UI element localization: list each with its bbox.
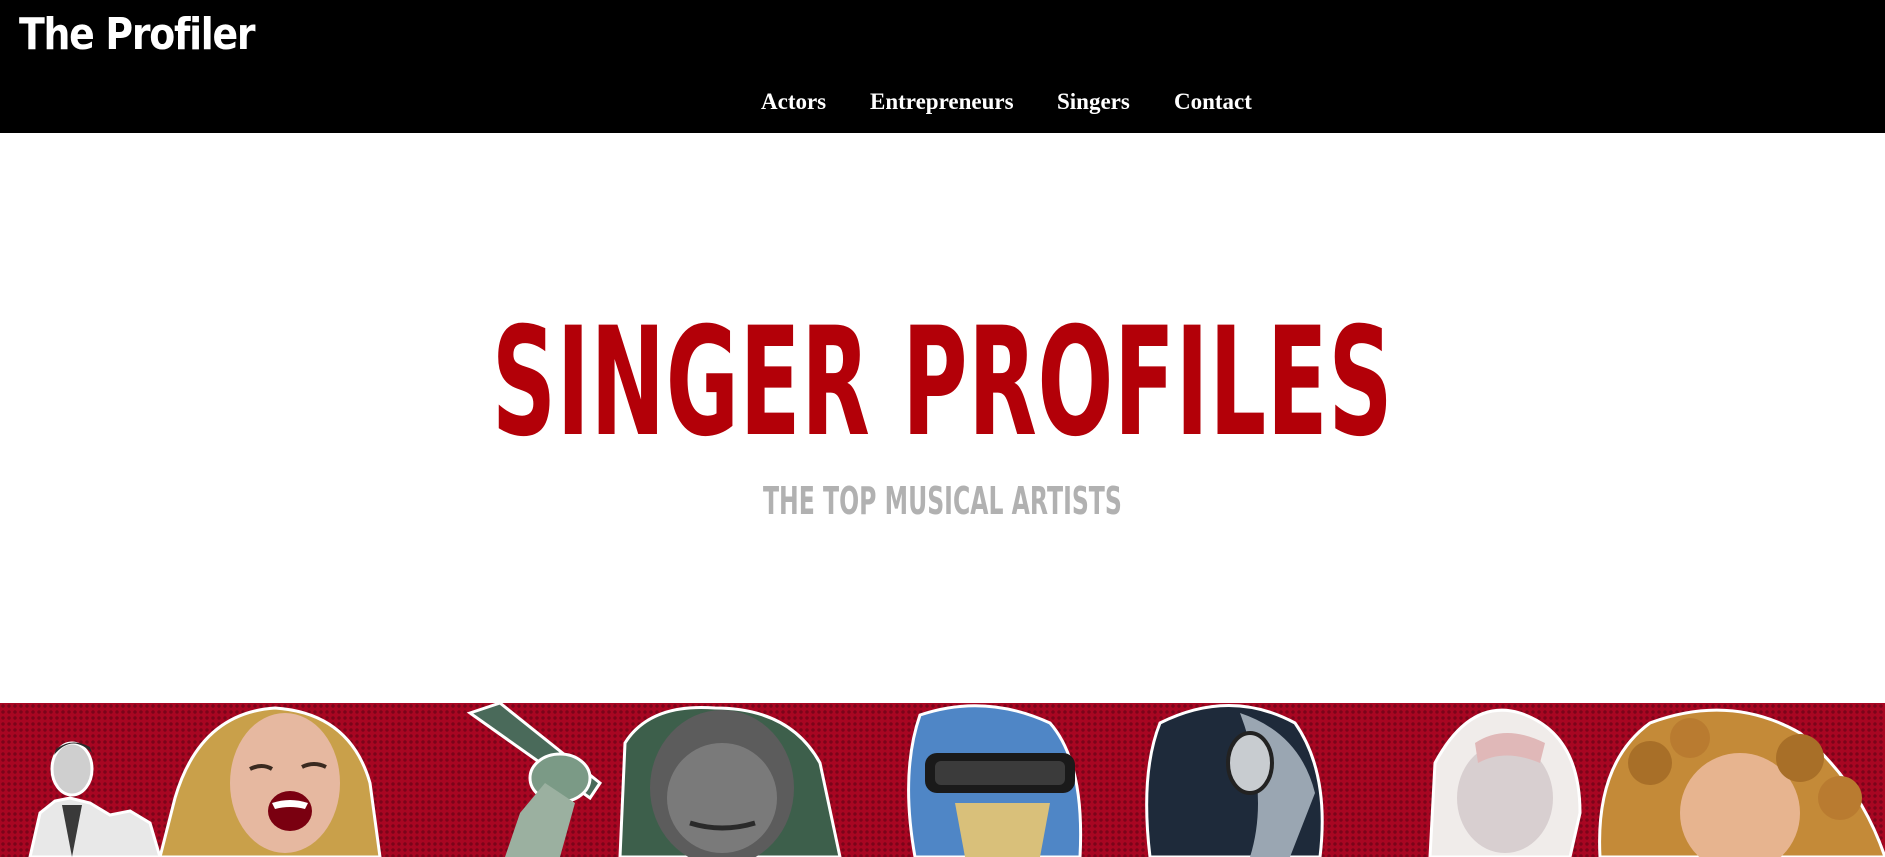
collage-figure-grayscale-singer	[618, 705, 842, 857]
site-header: The Profiler Actors Entrepreneurs Singer…	[0, 0, 1885, 133]
singers-collage-banner	[0, 703, 1885, 857]
site-logo[interactable]: The Profiler	[19, 8, 256, 62]
page-subtitle: THE TOP MUSICAL ARTISTS	[0, 478, 1885, 524]
collage-figure-robot-helmet-gold	[907, 704, 1083, 857]
nav-link-entrepreneurs[interactable]: Entrepreneurs	[870, 84, 1014, 120]
collage-figure-suit-man	[28, 741, 162, 857]
page-title-text: SINGER PROFILES	[491, 296, 1394, 470]
collage-figure-curly-hair	[1598, 708, 1885, 857]
collage-artwork	[28, 703, 1885, 857]
page-title: SINGER PROFILES	[0, 308, 1885, 458]
page-subtitle-text: THE TOP MUSICAL ARTISTS	[763, 479, 1122, 523]
collage-figure-blonde-singer	[158, 706, 382, 857]
nav-link-actors[interactable]: Actors	[761, 84, 826, 120]
main-nav: Actors Entrepreneurs Singers Contact	[0, 84, 1885, 120]
collage-figure-robot-helmet-silver	[1145, 704, 1324, 857]
collage-figure-microphone	[466, 703, 603, 857]
collage-figure-platinum-hair	[1428, 708, 1582, 857]
nav-link-singers[interactable]: Singers	[1057, 84, 1130, 120]
nav-link-contact[interactable]: Contact	[1174, 84, 1252, 120]
